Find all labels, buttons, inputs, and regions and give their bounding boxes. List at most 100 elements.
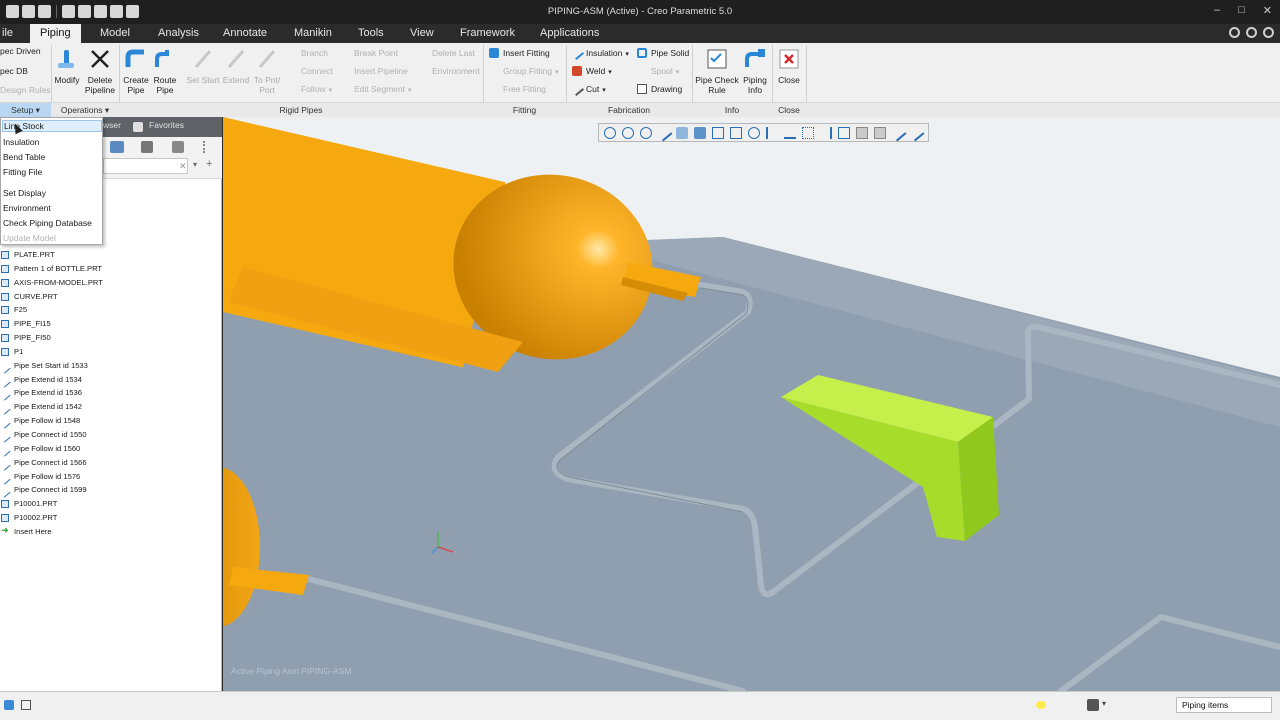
pipe-solid-button[interactable]: Pipe Solid	[637, 46, 689, 60]
weld-button[interactable]: Weld ▾	[572, 64, 612, 78]
expand-search-icon[interactable]: ▾	[193, 160, 197, 169]
close-piping-button[interactable]: Close	[775, 47, 803, 85]
menu-item-fitting-file[interactable]: Fitting File	[3, 167, 42, 177]
menu-item-check-piping-database[interactable]: Check Piping Database	[3, 218, 92, 228]
menu-item-environment[interactable]: Environment	[3, 203, 51, 213]
tree-item-label: CURVE.PRT	[14, 291, 58, 301]
plane-display-icon[interactable]	[766, 127, 778, 139]
pipe-insulation-icon[interactable]	[874, 127, 886, 139]
close-button[interactable]: ✕	[1263, 4, 1272, 17]
pipe-check-rule-button[interactable]: Pipe Check Rule	[694, 47, 740, 95]
tab-file[interactable]: ile	[0, 24, 23, 43]
tree-item[interactable]: Pipe Connect id 1599	[0, 483, 222, 498]
repaint-icon[interactable]	[655, 124, 673, 142]
minimize-button[interactable]: –	[1214, 4, 1220, 17]
insert-pipeline-button: Insert Pipeline	[340, 64, 408, 78]
tree-settings-icon[interactable]	[110, 141, 124, 153]
point-display-icon[interactable]	[802, 127, 814, 139]
tree-item[interactable]: PIPE_FI50	[0, 331, 222, 345]
tree-item[interactable]: Pipe Extend id 1536	[0, 386, 222, 402]
axis-display-icon[interactable]	[784, 127, 796, 139]
tree-item[interactable]: P10002.PRT	[0, 511, 222, 525]
tree-item[interactable]: PIPE_FI15	[0, 317, 222, 331]
menu-item-set-display[interactable]: Set Display	[3, 188, 46, 198]
tree-filter-icon[interactable]	[141, 141, 153, 153]
tab-tools[interactable]: Tools	[348, 24, 394, 43]
cut-button[interactable]: Cut ▾	[569, 81, 606, 97]
tree-item[interactable]: PLATE.PRT	[0, 248, 222, 262]
tree-item[interactable]: Pipe Follow id 1576	[0, 470, 222, 485]
more-options-icon[interactable]	[203, 141, 213, 153]
group-fabrication-label: Fabrication	[566, 102, 692, 117]
group-setup-label[interactable]: Setup ▾	[0, 102, 51, 117]
tab-annotate[interactable]: Annotate	[213, 24, 277, 43]
tab-model[interactable]: Model	[90, 24, 140, 43]
insulation-button[interactable]: Insulation ▾	[569, 45, 629, 61]
tree-item[interactable]: Pipe Extend id 1534	[0, 373, 222, 388]
tree-insert-here[interactable]: ➜ Insert Here	[0, 525, 222, 539]
add-search-icon[interactable]: +	[206, 158, 212, 170]
tree-item[interactable]: P10001.PRT	[0, 497, 222, 511]
spec-db-item[interactable]: pec DB	[0, 64, 28, 78]
saved-orientations-icon[interactable]	[712, 127, 724, 139]
browser-toggle-icon[interactable]	[21, 700, 31, 710]
annotation-display-icon[interactable]	[748, 127, 760, 139]
create-pipe-button[interactable]: Create Pipe	[121, 47, 151, 95]
tree-item[interactable]: Pipe Extend id 1542	[0, 400, 222, 415]
piping-info-button[interactable]: Piping Info	[740, 47, 770, 95]
zoom-in-icon[interactable]	[622, 127, 634, 139]
selection-filter-dropdown-icon[interactable]: ▾	[1102, 699, 1106, 708]
zoom-out-icon[interactable]	[640, 127, 652, 139]
tree-item[interactable]: AXIS-FROM-MODEL.PRT	[0, 276, 222, 290]
graphics-viewport[interactable]: Active Piping Asm PIPING-ASM	[223, 117, 1280, 691]
tree-item[interactable]: Pipe Follow id 1560	[0, 442, 222, 457]
tab-browser[interactable]: wser	[103, 120, 121, 130]
modify-button[interactable]: Modify	[51, 47, 83, 85]
group-operations-label[interactable]: Operations ▾	[51, 102, 119, 117]
tree-item[interactable]: Pipe Follow id 1548	[0, 414, 222, 429]
selection-filter-icon[interactable]	[1087, 699, 1099, 711]
csys-display-icon[interactable]	[820, 127, 832, 139]
tab-applications[interactable]: Applications	[530, 24, 609, 43]
tree-search-input[interactable]	[103, 158, 188, 174]
help-icon[interactable]	[1263, 27, 1274, 38]
tree-item[interactable]: CURVE.PRT	[0, 290, 222, 304]
clear-search-icon[interactable]: ✕	[179, 161, 187, 172]
selection-filter-select[interactable]: Piping items	[1176, 697, 1272, 713]
route-pipe-button[interactable]: Route Pipe	[150, 47, 180, 95]
tab-analysis[interactable]: Analysis	[148, 24, 209, 43]
search-icon[interactable]	[1229, 27, 1240, 38]
tab-framework[interactable]: Framework	[450, 24, 525, 43]
spin-center-icon[interactable]	[838, 127, 850, 139]
tree-item-label: PIPE_FI50	[14, 333, 51, 343]
tree-item[interactable]: Pipe Connect id 1550	[0, 428, 222, 443]
insert-fitting-button[interactable]: Insert Fitting	[489, 46, 550, 60]
perspective-icon[interactable]	[676, 127, 688, 139]
maximize-button[interactable]: □	[1238, 4, 1245, 17]
tab-view[interactable]: View	[400, 24, 444, 43]
drawing-button[interactable]: Drawing	[637, 82, 682, 96]
navigator-toggle-icon[interactable]	[4, 700, 14, 710]
pipe-display-icon[interactable]	[889, 124, 907, 142]
sketch-display-icon[interactable]	[907, 124, 925, 142]
pipe-centerline-icon[interactable]	[856, 127, 868, 139]
refit-icon[interactable]	[604, 127, 616, 139]
display-style-icon[interactable]	[694, 127, 706, 139]
community-icon[interactable]	[1246, 27, 1257, 38]
spec-driven-item[interactable]: pec Driven	[0, 44, 41, 58]
part-icon	[1, 278, 9, 287]
tree-item[interactable]: P1	[0, 345, 222, 359]
menu-item-bend-table[interactable]: Bend Table	[3, 152, 45, 162]
tab-manikin[interactable]: Manikin	[284, 24, 342, 43]
tree-item-label: Pipe Extend id 1542	[14, 402, 82, 412]
tab-piping[interactable]: Piping	[30, 24, 81, 43]
delete-pipeline-button[interactable]: Delete Pipeline	[84, 47, 116, 95]
tree-item[interactable]: F25	[0, 303, 222, 317]
tree-item[interactable]: Pipe Set Start id 1533	[0, 359, 222, 374]
menu-item-insulation[interactable]: Insulation	[3, 137, 39, 147]
tab-favorites[interactable]: Favorites	[149, 120, 184, 130]
tree-item[interactable]: Pipe Connect id 1566	[0, 456, 222, 471]
show-menu-icon[interactable]	[172, 141, 184, 153]
view-manager-icon[interactable]	[730, 127, 742, 139]
tree-item[interactable]: Pattern 1 of BOTTLE.PRT	[0, 262, 222, 276]
